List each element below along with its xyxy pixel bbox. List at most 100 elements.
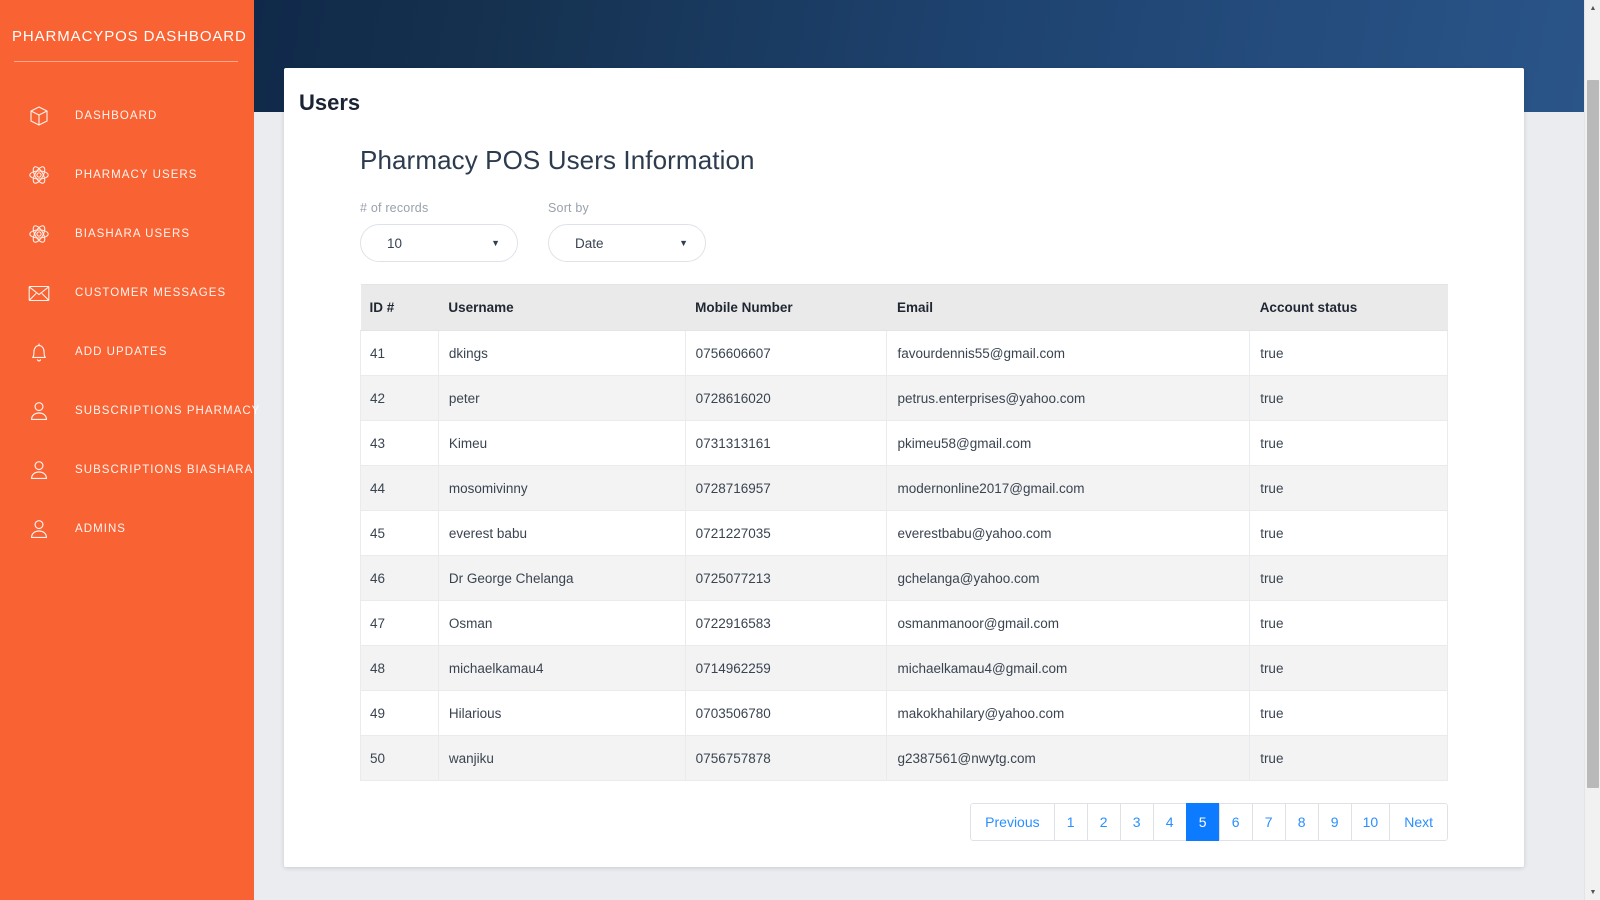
cell-mobile: 0722916583: [685, 600, 888, 646]
cell-id: 44: [360, 465, 439, 511]
scroll-down-arrow-icon[interactable]: ▼: [1585, 884, 1600, 900]
pagination-page-8[interactable]: 8: [1284, 803, 1318, 841]
cell-email: pkimeu58@gmail.com: [886, 420, 1251, 466]
app-root: PHARMACYPOS DASHBOARD DASHBOARD PHARMACY…: [0, 0, 1600, 900]
cell-username: peter: [438, 375, 686, 421]
table-row[interactable]: 46 Dr George Chelanga 0725077213 gchelan…: [360, 555, 1448, 601]
cell-id: 41: [360, 330, 439, 376]
cell-email: michaelkamau4@gmail.com: [886, 645, 1251, 691]
envelope-icon: [26, 280, 52, 306]
sidebar-item-add-updates[interactable]: ADD UPDATES: [0, 322, 254, 381]
sidebar-item-admins[interactable]: ADMINS: [0, 499, 254, 558]
pagination-page-7[interactable]: 7: [1251, 803, 1285, 841]
brand-divider: [14, 61, 238, 62]
cell-username: Hilarious: [438, 690, 686, 736]
table-row[interactable]: 50 wanjiku 0756757878 g2387561@nwytg.com…: [360, 735, 1448, 781]
page-title: Users: [299, 90, 361, 115]
cell-username: wanjiku: [438, 735, 686, 781]
table-row[interactable]: 48 michaelkamau4 0714962259 michaelkamau…: [360, 645, 1448, 691]
cell-mobile: 0714962259: [685, 645, 888, 691]
cell-email: gchelanga@yahoo.com: [886, 555, 1251, 601]
cell-email: g2387561@nwytg.com: [886, 735, 1251, 781]
cell-status: true: [1249, 375, 1448, 421]
sort-select[interactable]: Date: [548, 224, 706, 262]
cell-username: dkings: [438, 330, 686, 376]
sidebar-item-pharmacy-users[interactable]: PHARMACY USERS: [0, 145, 254, 204]
table-row[interactable]: 43 Kimeu 0731313161 pkimeu58@gmail.com t…: [360, 420, 1448, 466]
cell-id: 43: [360, 420, 439, 466]
scroll-up-arrow-icon[interactable]: ▲: [1585, 0, 1600, 16]
cell-id: 46: [360, 555, 439, 601]
pagination-page-6[interactable]: 6: [1218, 803, 1252, 841]
table-row[interactable]: 49 Hilarious 0703506780 makokhahilary@ya…: [360, 690, 1448, 736]
main-content: Users Pharmacy POS Users Information # o…: [254, 0, 1584, 900]
sidebar-item-label: SUBSCRIPTIONS PHARMACY: [75, 404, 261, 417]
table-row[interactable]: 42 peter 0728616020 petrus.enterprises@y…: [360, 375, 1448, 421]
records-filter-group: # of records 10 ▼: [360, 201, 518, 262]
cell-email: osmanmanoor@gmail.com: [886, 600, 1251, 646]
pagination-page-3[interactable]: 3: [1119, 803, 1153, 841]
table-header-row: ID # Username Mobile Number Email Accoun…: [360, 284, 1448, 331]
sort-select-value: Date: [575, 235, 604, 251]
pagination-page-1[interactable]: 1: [1053, 803, 1087, 841]
atom-icon: [26, 162, 52, 188]
cell-username: Osman: [438, 600, 686, 646]
pagination-page-9[interactable]: 9: [1317, 803, 1351, 841]
cell-email: everestbabu@yahoo.com: [886, 510, 1251, 556]
cell-username: mosomivinny: [438, 465, 686, 511]
sidebar-item-label: DASHBOARD: [75, 109, 158, 122]
user-icon: [26, 398, 52, 424]
atom-icon: [26, 221, 52, 247]
pagination-previous-button[interactable]: Previous: [970, 803, 1054, 841]
users-table: ID # Username Mobile Number Email Accoun…: [360, 284, 1448, 781]
cell-email: makokhahilary@yahoo.com: [886, 690, 1251, 736]
sidebar-item-subscriptions-pharmacy[interactable]: SUBSCRIPTIONS PHARMACY: [0, 381, 259, 440]
sort-filter-group: Sort by Date ▼: [548, 201, 706, 262]
sidebar-item-biashara-users[interactable]: BIASHARA USERS: [0, 204, 254, 263]
scrollbar-thumb[interactable]: [1587, 80, 1599, 788]
cell-id: 42: [360, 375, 439, 421]
cell-mobile: 0725077213: [685, 555, 888, 601]
sidebar: PHARMACYPOS DASHBOARD DASHBOARD PHARMACY…: [0, 0, 259, 900]
cell-status: true: [1249, 510, 1448, 556]
records-select[interactable]: 10: [360, 224, 518, 262]
cell-username: michaelkamau4: [438, 645, 686, 691]
cell-id: 45: [360, 510, 439, 556]
cell-status: true: [1249, 465, 1448, 511]
users-card: Users Pharmacy POS Users Information # o…: [284, 68, 1524, 867]
cell-status: true: [1249, 555, 1448, 601]
cell-status: true: [1249, 420, 1448, 466]
sidebar-item-dashboard[interactable]: DASHBOARD: [0, 86, 254, 145]
cell-username: Dr George Chelanga: [438, 555, 686, 601]
brand-title: PHARMACYPOS DASHBOARD: [12, 28, 247, 45]
column-header-username: Username: [438, 284, 686, 331]
cell-email: petrus.enterprises@yahoo.com: [886, 375, 1251, 421]
users-table-wrapper: ID # Username Mobile Number Email Accoun…: [360, 284, 1448, 781]
vertical-scrollbar[interactable]: ▲ ▼: [1584, 0, 1600, 900]
cell-mobile: 0721227035: [685, 510, 888, 556]
column-header-status: Account status: [1249, 284, 1448, 331]
pagination-page-10[interactable]: 10: [1350, 803, 1390, 841]
pagination-next-button[interactable]: Next: [1389, 803, 1448, 841]
sidebar-item-label: CUSTOMER MESSAGES: [75, 286, 227, 299]
pagination-row: Previous 1 2 3 4 5 6 7 8 9 10 Next: [360, 803, 1448, 867]
table-row[interactable]: 44 mosomivinny 0728716957 modernonline20…: [360, 465, 1448, 511]
cell-mobile: 0728716957: [685, 465, 888, 511]
table-row[interactable]: 45 everest babu 0721227035 everestbabu@y…: [360, 510, 1448, 556]
cell-status: true: [1249, 690, 1448, 736]
sidebar-item-customer-messages[interactable]: CUSTOMER MESSAGES: [0, 263, 254, 322]
user-icon: [26, 516, 52, 542]
sidebar-item-label: ADMINS: [75, 522, 127, 535]
table-row[interactable]: 47 Osman 0722916583 osmanmanoor@gmail.co…: [360, 600, 1448, 646]
sidebar-item-label: BIASHARA USERS: [75, 227, 191, 240]
cell-status: true: [1249, 330, 1448, 376]
sidebar-item-subscriptions-biashara[interactable]: SUBSCRIPTIONS BIASHARA: [0, 440, 254, 499]
cell-mobile: 0728616020: [685, 375, 888, 421]
bell-icon: [26, 339, 52, 365]
pagination-page-5[interactable]: 5: [1185, 803, 1219, 841]
pagination-page-2[interactable]: 2: [1086, 803, 1120, 841]
table-row[interactable]: 41 dkings 0756606607 favourdennis55@gmai…: [360, 330, 1448, 376]
cell-id: 49: [360, 690, 439, 736]
cell-username: Kimeu: [438, 420, 686, 466]
pagination-page-4[interactable]: 4: [1152, 803, 1186, 841]
